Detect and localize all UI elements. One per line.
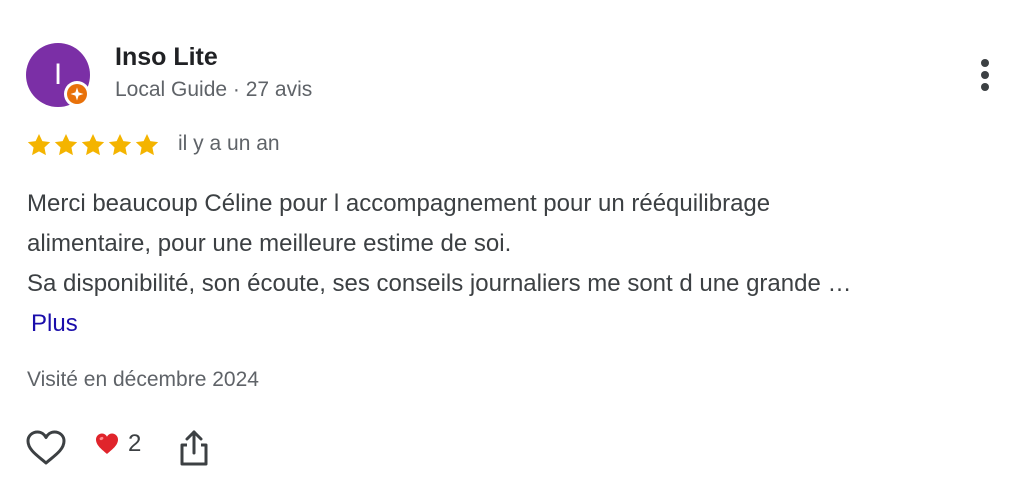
star-icon [54,133,78,156]
share-button[interactable] [176,428,212,468]
star-icon [135,133,159,156]
avatar-initial: I [53,58,63,91]
local-guide-badge-icon [64,81,90,107]
author-name[interactable]: Inso Lite [115,43,218,72]
review-card: I Inso Lite Local Guide · 27 avis il y a… [0,0,1036,496]
red-heart-icon [96,433,118,454]
review-text-line: Merci beaucoup Céline pour l accompagnem… [27,190,771,217]
review-time: il y a un an [178,132,280,155]
star-icon [27,133,51,156]
more-options-button[interactable] [968,56,1002,96]
star-icon [108,133,132,156]
share-icon [180,430,208,466]
author-meta: Local Guide · 27 avis [115,78,313,101]
like-button[interactable] [24,428,68,468]
more-link[interactable]: Plus [31,304,78,344]
review-text: Merci beaucoup Céline pour l accompagnem… [27,184,1017,304]
reaction-count: 2 [128,430,142,457]
reaction-summary[interactable]: 2 [94,430,141,458]
more-vert-icon [981,59,989,91]
review-text-line: Sa disponibilité, son écoute, ses consei… [27,270,852,297]
review-text-line: alimentaire, pour une meilleure estime d… [27,230,512,257]
heart-outline-icon [26,430,66,465]
star-rating [26,132,160,158]
star-icon [81,133,105,156]
visited-date: Visité en décembre 2024 [27,368,259,391]
